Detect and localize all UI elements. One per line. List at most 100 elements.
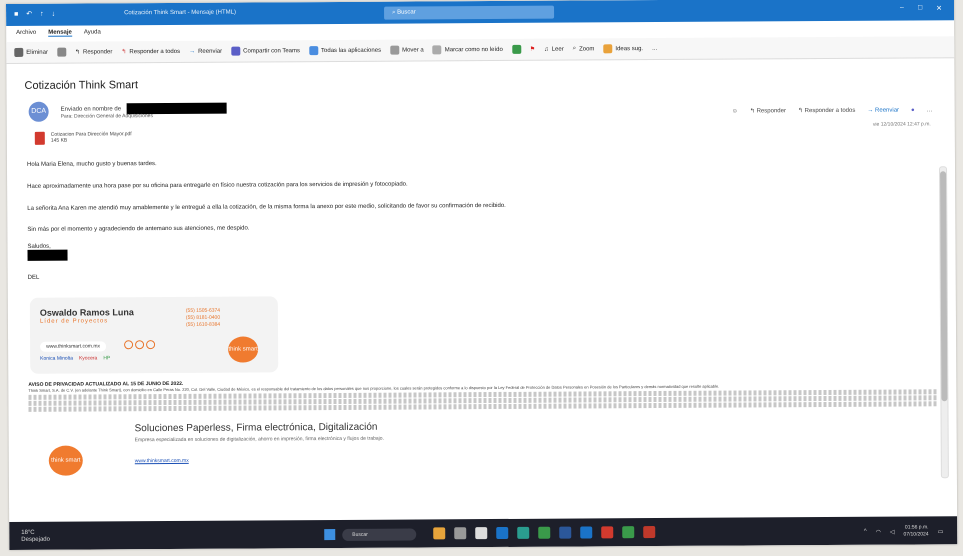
teams-icon: [231, 46, 241, 56]
undo-icon[interactable]: ↶: [26, 10, 32, 18]
forward-button[interactable]: → Reenviar: [189, 48, 222, 54]
linkedin-icon[interactable]: [146, 340, 156, 350]
privacy-notice: Think Smart, S.A. de C.V. (en adelante T…: [28, 382, 939, 412]
clock[interactable]: 01:56 p.m. 07/10/2024: [903, 524, 929, 538]
archive-button[interactable]: [56, 47, 66, 57]
wifi-icon[interactable]: ◠: [876, 528, 881, 535]
menu-mensaje[interactable]: Mensaje: [48, 29, 72, 37]
attachment-info: Cotizacion Para Dirección Mayor.pdf 145 …: [51, 131, 132, 143]
tag-icon: [511, 44, 521, 54]
speaker-icon: ♫: [544, 46, 549, 53]
emoji-icon[interactable]: ☺: [732, 108, 738, 114]
mail-icon[interactable]: [496, 526, 509, 540]
word-icon[interactable]: [559, 526, 572, 539]
save-icon[interactable]: ■: [14, 10, 18, 17]
lightbulb-icon: [603, 44, 613, 54]
signature-website[interactable]: www.thinksmart.com.mx: [40, 341, 107, 352]
email-date: vie 12/10/2024 12:47 p.m.: [872, 121, 931, 128]
vertical-scrollbar[interactable]: [939, 166, 949, 479]
all-apps-button[interactable]: Todas las aplicaciones: [308, 46, 381, 56]
powerpoint-icon[interactable]: [643, 526, 656, 539]
facebook-icon[interactable]: [124, 340, 134, 350]
chevron-up-icon[interactable]: ^: [864, 529, 867, 535]
share-teams-button[interactable]: Compartir con Teams: [231, 46, 301, 56]
read-aloud-label: Leer: [551, 46, 564, 53]
file-explorer-icon[interactable]: [433, 527, 446, 540]
taskbar: 18°C Despejado Buscar ^ ◠ ◁ 01:56 p.m. 0…: [9, 516, 958, 550]
sender-avatar[interactable]: DCA: [28, 101, 49, 122]
taskbar-search[interactable]: Buscar: [342, 528, 417, 541]
forward-icon: →: [189, 48, 196, 55]
action-forward-label: Reenviar: [875, 107, 900, 114]
categorize-button[interactable]: [511, 44, 521, 54]
signature-card: Oswaldo Ramos Luna Líder de Proyectos (5…: [29, 296, 279, 374]
share-teams-label: Compartir con Teams: [243, 47, 301, 55]
attachment-size: 145 KB: [50, 137, 68, 144]
attachment[interactable]: Cotizacion Para Dirección Mayor.pdf 145 …: [34, 127, 155, 148]
brand-2: Kyocera: [78, 355, 98, 362]
windows-start-icon[interactable]: [324, 528, 336, 541]
ideas-button[interactable]: Ideas sug.: [603, 44, 644, 54]
action-reply[interactable]: ↰ Responder: [750, 107, 786, 114]
body-paragraph-2: Hace aproximadamente una hora pase por s…: [27, 181, 408, 190]
instagram-icon[interactable]: [135, 340, 145, 350]
move-button[interactable]: Mover a: [390, 45, 424, 55]
search-box[interactable]: ⌕ Buscar: [384, 5, 555, 20]
zoom-button[interactable]: ⌕ Zoom: [573, 45, 595, 52]
excel-icon[interactable]: [538, 526, 551, 539]
label-del: DEL: [27, 274, 40, 281]
menu-ayuda[interactable]: Ayuda: [84, 29, 101, 35]
delete-label: Eliminar: [26, 49, 48, 56]
zoom-label: Zoom: [579, 45, 595, 53]
more-options-button[interactable]: ...: [652, 46, 657, 52]
volume-icon[interactable]: ◁: [890, 528, 895, 535]
more-label: ...: [652, 45, 658, 52]
read-aloud-button[interactable]: ♫ Leer: [544, 46, 564, 52]
store-icon[interactable]: [475, 527, 488, 540]
scrollbar-thumb[interactable]: [940, 171, 948, 402]
promo-link[interactable]: www.thinksmart.com.mx: [135, 458, 189, 464]
minimize-icon[interactable]: –: [900, 5, 904, 13]
ideas-label: Ideas sug.: [615, 45, 644, 52]
body-paragraph-3: La señorita Ana Karen me atendió muy ama…: [27, 202, 506, 212]
outlook-icon[interactable]: [580, 526, 593, 539]
zoom-icon: ⌕: [572, 45, 577, 52]
body-paragraph-1: Hola Maria Elena, mucho gusto y buenas t…: [26, 161, 157, 168]
chrome-icon[interactable]: [622, 526, 635, 539]
body-paragraph-4: Sin más por el momento y agradeciendo de…: [27, 225, 250, 233]
folder-icon: [390, 45, 400, 55]
mark-unread-button[interactable]: Marcar como no leído: [432, 45, 503, 55]
flag-button[interactable]: ⚑: [530, 46, 535, 53]
brand-1: Konica Minolta: [40, 355, 73, 362]
signature-role: Líder de Proyectos: [39, 318, 109, 325]
promo-logo: think smart: [48, 445, 83, 476]
acrobat-icon[interactable]: [601, 526, 614, 539]
envelope-icon: [432, 45, 442, 55]
weather-widget[interactable]: 18°C Despejado: [21, 530, 50, 544]
brand-logos: Konica Minolta Kyocera HP: [40, 355, 110, 361]
edge-icon[interactable]: [517, 526, 530, 539]
reply-label: Responder: [82, 48, 113, 56]
maximize-icon[interactable]: □: [918, 4, 922, 12]
promo-text: Empresa especializada en soluciones de d…: [134, 435, 384, 444]
forward-label: Reenviar: [198, 48, 223, 55]
window-title: Cotización Think Smart - Mensaje (HTML): [124, 9, 236, 17]
signature-logo: think smart: [228, 336, 259, 363]
clock-date: 07/10/2024: [903, 531, 929, 538]
archive-icon: [56, 47, 66, 57]
action-forward[interactable]: → Reenviar: [867, 107, 899, 113]
up-arrow-icon[interactable]: ↑: [40, 10, 44, 17]
notification-icon[interactable]: ▭: [938, 528, 944, 535]
brand-3: HP: [103, 355, 111, 362]
close-icon[interactable]: ✕: [936, 4, 942, 12]
task-view-icon[interactable]: [454, 527, 467, 540]
delete-button[interactable]: Eliminar: [14, 47, 48, 57]
teams-icon[interactable]: ●: [911, 107, 915, 113]
reply-all-button[interactable]: ↰ Responder a todos: [121, 48, 180, 55]
pdf-icon: [34, 131, 45, 145]
more-actions-icon[interactable]: …: [927, 107, 933, 113]
action-reply-all[interactable]: ↰ Responder a todos: [798, 107, 855, 114]
reply-button[interactable]: ↰ Responder: [75, 48, 113, 56]
menu-archivo[interactable]: Archivo: [16, 30, 36, 36]
down-arrow-icon[interactable]: ↓: [52, 10, 56, 17]
